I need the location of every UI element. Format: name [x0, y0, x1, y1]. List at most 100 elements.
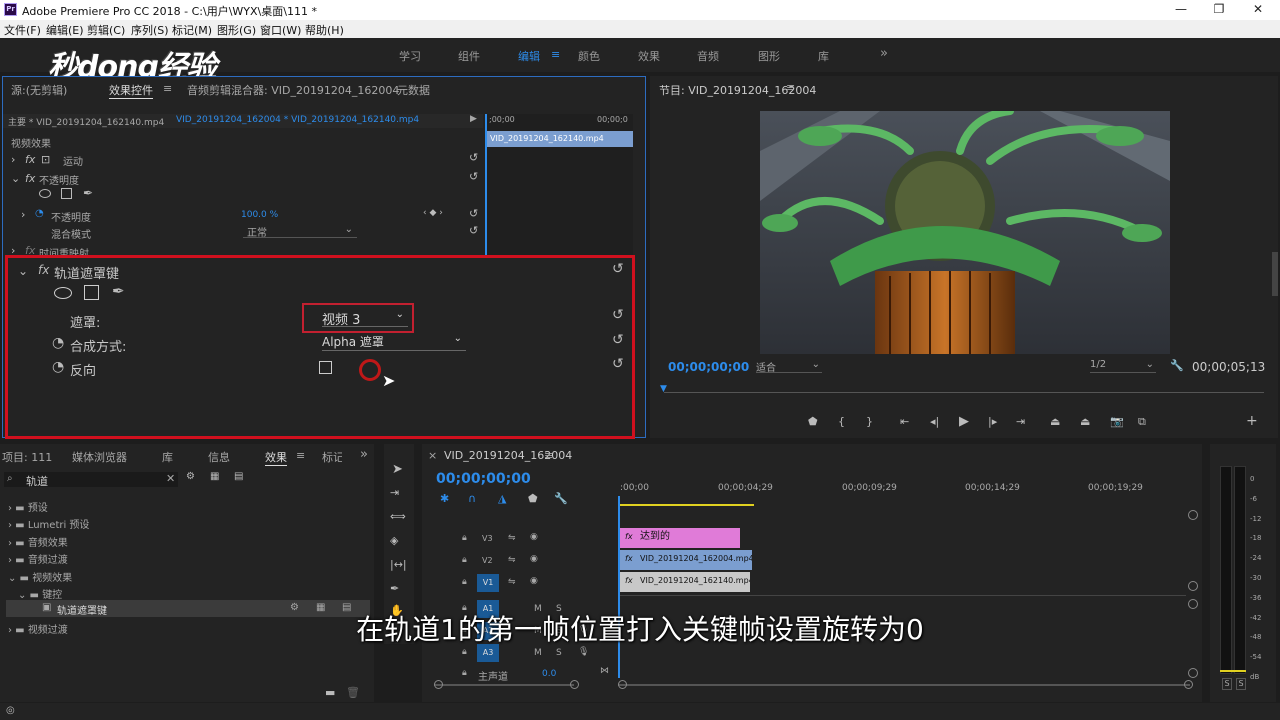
32bit-effects-icon[interactable]: ▦	[210, 471, 219, 482]
sequence-clip-label[interactable]: VID_20191204_162004 * VID_20191204_16214…	[176, 115, 419, 125]
program-scrubber[interactable]	[664, 392, 1264, 393]
tree-item-audio-effects[interactable]: › ▬ 音频效果	[8, 534, 68, 549]
add-marker-icon[interactable]: ⬟	[808, 415, 818, 428]
solo-left-button[interactable]: S	[1222, 678, 1232, 690]
eye-icon[interactable]: ◉	[530, 532, 538, 542]
eye-icon[interactable]: ◉	[530, 554, 538, 564]
go-to-in-icon[interactable]: ⇤	[900, 415, 909, 428]
tab-media-browser[interactable]: 媒体浏览器	[72, 449, 127, 465]
tab-metadata[interactable]: 元数据	[397, 82, 430, 98]
panel-scrollbar[interactable]	[1272, 252, 1278, 296]
snap-icon[interactable]: ∩	[468, 492, 476, 505]
new-bin-icon[interactable]: ▬	[325, 686, 335, 699]
pen-mask-icon[interactable]: ✒	[83, 186, 93, 200]
lift-icon[interactable]: ⏏	[1050, 415, 1060, 428]
tab-info[interactable]: 信息	[208, 449, 230, 465]
yuv-effects-icon[interactable]: ▤	[234, 471, 243, 482]
play-only-icon[interactable]: ▶	[470, 114, 477, 124]
tab-effects[interactable]: 效果	[265, 449, 287, 466]
fx-icon[interactable]: fx	[38, 263, 49, 277]
blend-mode-select[interactable]: 正常 ⌄	[243, 224, 357, 239]
reverse-checkbox[interactable]	[319, 361, 332, 374]
nest-toggle-icon[interactable]: ✱	[440, 492, 449, 505]
play-icon[interactable]: ▶	[959, 414, 969, 429]
lock-icon[interactable]: 🔒︎	[462, 577, 467, 587]
hscroll-handle-right[interactable]	[1184, 680, 1193, 689]
workspace-more-icon[interactable]: »	[880, 46, 888, 61]
zoom-handle-left[interactable]	[434, 680, 443, 689]
motion-expand-icon[interactable]: ›	[11, 153, 15, 166]
matte-select[interactable]: 视频 3 ⌄	[322, 309, 408, 328]
audio-vscroll-handle-bottom[interactable]	[1188, 668, 1198, 678]
reset-reverse-icon[interactable]: ↺	[612, 356, 624, 372]
track-header-v2[interactable]: 🔒︎ V2 ⇋ ◉	[422, 552, 618, 570]
timeline-menu-icon[interactable]: ≡	[544, 449, 553, 462]
menu-file[interactable]: 文件(F)	[4, 22, 41, 38]
tab-markers[interactable]: 标记	[322, 449, 342, 465]
delete-icon[interactable]: 🗑	[346, 686, 360, 699]
add-marker-icon[interactable]: ⬟	[528, 492, 538, 505]
tree-item-lumetri-presets[interactable]: › ▬ Lumetri 预设	[8, 516, 89, 531]
step-back-icon[interactable]: ◂|	[930, 415, 939, 428]
master-clip-label[interactable]: 主要 * VID_20191204_162140.mp4	[8, 115, 164, 128]
reset-track-matte-icon[interactable]: ↺	[612, 261, 624, 277]
effects-search-input[interactable]: ⌕ 轨道 ✕	[4, 472, 178, 488]
maximize-button[interactable]: ❐	[1204, 2, 1234, 16]
extract-icon[interactable]: ⏏	[1080, 415, 1090, 428]
timeline-close-icon[interactable]: ×	[428, 449, 437, 462]
menu-edit[interactable]: 编辑(E)	[46, 22, 84, 38]
tree-item-presets[interactable]: › ▬ 预设	[8, 499, 48, 514]
clip-v2-video[interactable]: fx VID_20191204_162004.mp4	[620, 550, 752, 570]
fx-icon[interactable]: fx	[25, 172, 35, 185]
menu-help[interactable]: 帮助(H)	[305, 22, 344, 38]
microphone-icon[interactable]: 🎙︎	[578, 647, 589, 657]
workspace-learn[interactable]: 学习	[399, 48, 421, 64]
zoom-handle-right[interactable]	[570, 680, 579, 689]
lock-icon[interactable]: 🔒︎	[462, 647, 467, 657]
video-frame[interactable]	[760, 111, 1170, 354]
accelerated-effects-icon[interactable]: ⚙	[186, 471, 195, 482]
track-header-v3[interactable]: 🔒︎ V3 ⇋ ◉	[422, 530, 618, 548]
tab-libraries[interactable]: 库	[162, 449, 173, 465]
opacity-collapse-icon[interactable]: ⌄	[11, 172, 20, 185]
tab-effect-controls[interactable]: 效果控件	[109, 82, 153, 99]
workspace-graphics[interactable]: 图形	[758, 48, 780, 64]
go-to-out-icon[interactable]: ⇥	[1016, 415, 1025, 428]
timeline-timecode[interactable]: 00;00;00;00	[436, 471, 531, 487]
tab-audio-clip-mixer[interactable]: 音频剪辑混合器: VID_20191204_162004	[187, 82, 399, 98]
track-matte-collapse-icon[interactable]: ⌄	[18, 264, 28, 278]
workspace-menu-icon[interactable]: ≡	[551, 48, 560, 61]
reset-composite-icon[interactable]: ↺	[612, 332, 624, 348]
tab-project[interactable]: 项目: 111	[2, 449, 52, 465]
menu-clip[interactable]: 剪辑(C)	[87, 22, 125, 38]
clear-search-icon[interactable]: ✕	[166, 472, 175, 485]
clip-v1-video[interactable]: fx VID_20191204_162140.mp4	[620, 572, 750, 592]
effects-menu-icon[interactable]: ≡	[296, 449, 305, 462]
vscroll-handle-bottom[interactable]	[1188, 581, 1198, 591]
workspace-assembly[interactable]: 组件	[458, 48, 480, 64]
reset-opacity-icon[interactable]: ↺	[469, 170, 478, 183]
pen-mask-icon[interactable]: ✒	[112, 282, 125, 300]
tree-item-video-effects[interactable]: ⌄ ▬ 视频效果	[8, 569, 72, 584]
compare-view-icon[interactable]: ⧉	[1138, 415, 1146, 429]
ec-clip-bar[interactable]: VID_20191204_162140.mp4	[486, 131, 633, 147]
opacity-param-expand-icon[interactable]: ›	[21, 208, 25, 221]
timeline-settings-icon[interactable]: 🔧	[554, 492, 568, 505]
lock-icon[interactable]: 🔒︎	[462, 533, 467, 543]
track-header-v1[interactable]: 🔒︎ V1 ⇋ ◉	[422, 574, 618, 592]
menu-marker[interactable]: 标记(M)	[172, 22, 212, 38]
tree-item-keying[interactable]: ⌄ ▬ 键控	[18, 586, 62, 601]
tab-source[interactable]: 源:(无剪辑)	[11, 82, 67, 98]
track-select-tool-icon[interactable]: ⇥	[390, 486, 399, 499]
sync-lock-icon[interactable]: ⇋	[508, 533, 516, 543]
solo-button[interactable]: S	[556, 648, 562, 658]
tree-item-audio-transitions[interactable]: › ▬ 音频过渡	[8, 551, 68, 566]
linked-selection-icon[interactable]: ◮	[498, 492, 506, 505]
razor-tool-icon[interactable]: ◈	[390, 534, 398, 547]
work-area-bar[interactable]	[620, 504, 754, 506]
workspace-effects[interactable]: 效果	[638, 48, 660, 64]
rectangle-mask-icon[interactable]	[84, 285, 99, 300]
menu-sequence[interactable]: 序列(S)	[131, 22, 169, 38]
reset-opacity-param-icon[interactable]: ↺	[469, 207, 478, 220]
selection-tool-icon[interactable]: ➤	[392, 462, 403, 477]
